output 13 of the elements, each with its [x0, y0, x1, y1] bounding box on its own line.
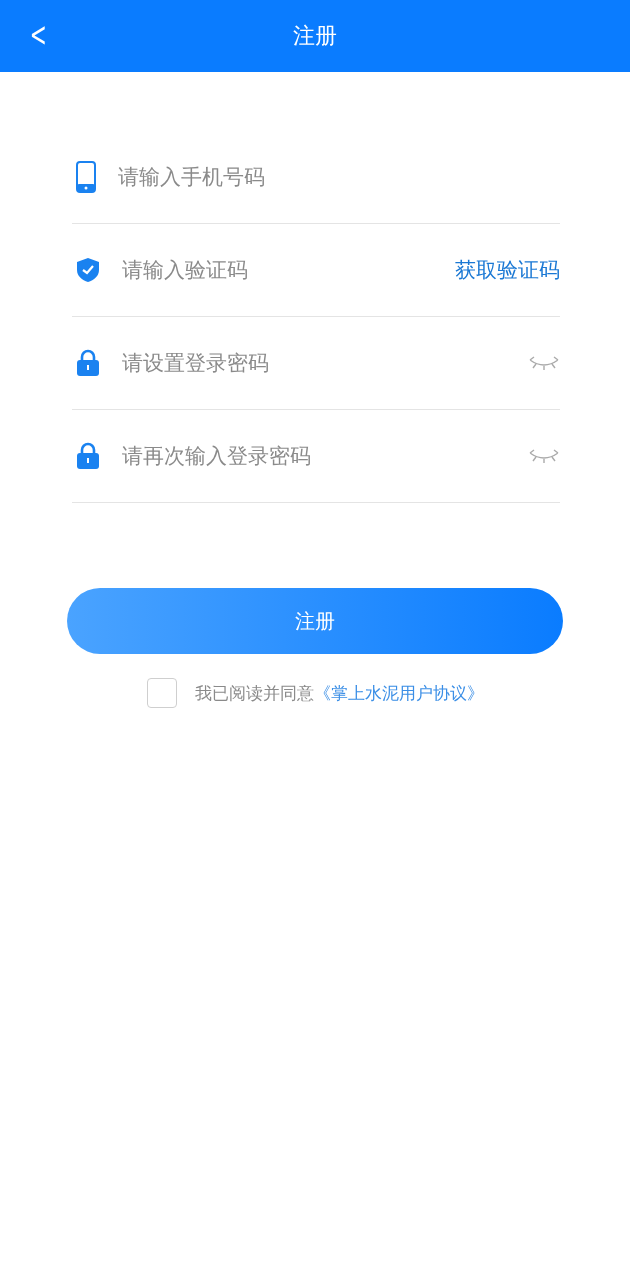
agree-checkbox[interactable]	[146, 678, 177, 708]
agreement-text: 我已阅读并同意《掌上水泥用户协议》	[194, 681, 484, 705]
register-button[interactable]: 注册	[67, 588, 563, 654]
lock-icon	[76, 442, 100, 470]
agreement-link[interactable]: 《掌上水泥用户协议》	[313, 682, 484, 703]
eye-closed-icon[interactable]	[528, 449, 560, 463]
page-title: 注册	[293, 22, 337, 50]
eye-closed-icon[interactable]	[528, 356, 560, 370]
get-code-button[interactable]: 获取验证码	[455, 256, 560, 284]
lock-icon	[76, 349, 100, 377]
back-button[interactable]: <	[26, 14, 51, 54]
shield-icon	[76, 257, 100, 283]
phone-icon	[76, 161, 96, 193]
